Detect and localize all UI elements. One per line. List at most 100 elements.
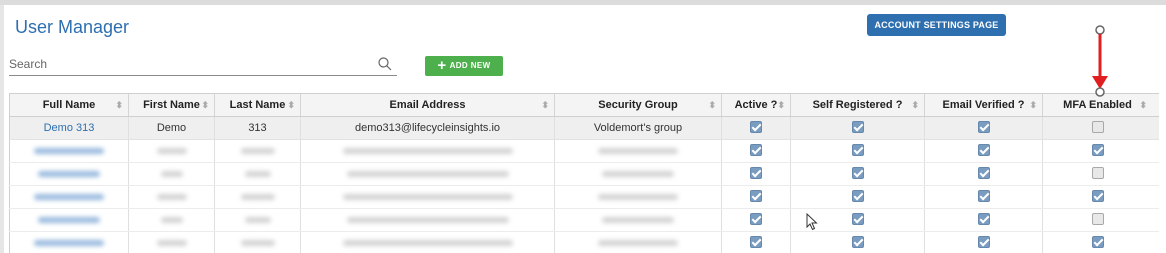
sort-icon: ⬍: [1029, 100, 1037, 110]
self-registered-cell: [790, 117, 924, 139]
redacted-text: [34, 240, 104, 246]
redacted-text: [598, 240, 678, 246]
redacted-cell: [300, 232, 554, 253]
email-verified-checkbox[interactable]: [977, 121, 990, 134]
redacted-text: [602, 217, 674, 223]
mfa-enabled-checkbox[interactable]: [1091, 213, 1104, 226]
active-checkbox[interactable]: [750, 144, 762, 157]
redacted-cell: [128, 163, 214, 185]
active-cell: [721, 117, 790, 139]
redacted-text: [346, 171, 509, 177]
self-registered-cell: [790, 186, 924, 208]
column-header-mfa-enabled[interactable]: MFA Enabled ⬍: [1042, 94, 1152, 116]
column-header-last-name[interactable]: Last Name ⬍: [214, 94, 300, 116]
self-registered-checkbox[interactable]: [851, 144, 864, 157]
redacted-cell: [214, 163, 300, 185]
redacted-cell: [128, 186, 214, 208]
active-cell: [721, 232, 790, 253]
mfa-enabled-checkbox[interactable]: [1091, 121, 1104, 134]
redacted-cell: [214, 186, 300, 208]
redacted-text: [38, 171, 100, 177]
sort-icon: ⬍: [287, 100, 295, 110]
email-verified-checkbox[interactable]: [977, 144, 990, 157]
active-checkbox[interactable]: [750, 167, 762, 180]
mfa-enabled-checkbox[interactable]: [1091, 167, 1104, 180]
sort-icon: ⬍: [1139, 100, 1147, 110]
redacted-cell: [128, 232, 214, 253]
active-checkbox[interactable]: [750, 121, 762, 134]
redacted-text: [598, 148, 678, 154]
sort-icon: ⬍: [115, 100, 123, 110]
mfa-enabled-cell: [1042, 140, 1152, 162]
column-header-email[interactable]: Email Address ⬍: [300, 94, 554, 116]
sort-icon: ⬍: [201, 100, 209, 110]
blurred-rows: [9, 140, 1159, 253]
mfa-enabled-checkbox[interactable]: [1091, 144, 1104, 157]
active-checkbox[interactable]: [750, 236, 762, 249]
redacted-text: [240, 194, 275, 200]
redacted-cell: [214, 209, 300, 231]
mfa-enabled-checkbox[interactable]: [1091, 236, 1104, 249]
active-checkbox[interactable]: [750, 213, 762, 226]
table-row[interactable]: [9, 163, 1159, 186]
self-registered-checkbox[interactable]: [851, 213, 864, 226]
search-input[interactable]: [9, 54, 369, 74]
last-name-cell: 313: [214, 117, 300, 139]
redacted-text: [160, 171, 183, 177]
redacted-cell: [214, 140, 300, 162]
redacted-cell: [300, 186, 554, 208]
self-registered-cell: [790, 232, 924, 253]
sort-icon: ⬍: [777, 100, 785, 110]
column-header-self-registered[interactable]: Self Registered ? ⬍: [790, 94, 924, 116]
redacted-cell: [9, 232, 128, 253]
sort-icon: ⬍: [708, 100, 716, 110]
self-registered-checkbox[interactable]: [851, 190, 864, 203]
column-header-full-name[interactable]: Full Name ⬍: [9, 94, 128, 116]
mfa-enabled-checkbox[interactable]: [1091, 190, 1104, 203]
self-registered-checkbox[interactable]: [851, 236, 864, 249]
account-settings-button[interactable]: ACCOUNT SETTINGS PAGE: [867, 14, 1006, 36]
column-header-first-name[interactable]: First Name ⬍: [128, 94, 214, 116]
column-header-active[interactable]: Active ? ⬍: [721, 94, 790, 116]
email-verified-checkbox[interactable]: [977, 167, 990, 180]
redacted-cell: [9, 163, 128, 185]
page-title: User Manager: [15, 17, 130, 37]
redacted-cell: [9, 186, 128, 208]
email-verified-cell: [924, 209, 1042, 231]
add-new-button[interactable]: + ADD NEW: [425, 56, 503, 76]
plus-icon: +: [437, 57, 447, 74]
email-verified-checkbox[interactable]: [977, 190, 990, 203]
table-row[interactable]: [9, 232, 1159, 253]
redacted-text: [240, 148, 275, 154]
redacted-text: [160, 217, 183, 223]
redacted-text: [38, 217, 100, 223]
redacted-text: [244, 217, 271, 223]
full-name-link[interactable]: Demo 313: [9, 117, 128, 139]
table-row[interactable]: [9, 209, 1159, 232]
security-group-cell: Voldemort's group: [554, 117, 721, 139]
email-verified-cell: [924, 232, 1042, 253]
redacted-text: [342, 240, 513, 246]
mfa-enabled-cell: [1042, 209, 1152, 231]
redacted-cell: [214, 232, 300, 253]
active-checkbox[interactable]: [750, 190, 762, 203]
column-header-email-verified[interactable]: Email Verified ? ⬍: [924, 94, 1042, 116]
add-new-label: ADD NEW: [449, 61, 491, 70]
self-registered-checkbox[interactable]: [851, 167, 864, 180]
redacted-text: [156, 148, 187, 154]
table-row[interactable]: [9, 140, 1159, 163]
annotation-start-handle: [1095, 25, 1105, 35]
search-icon[interactable]: [377, 56, 393, 72]
table-header: Full Name ⬍ First Name ⬍ Last Name ⬍ Email …: [9, 93, 1159, 117]
email-verified-checkbox[interactable]: [977, 236, 990, 249]
redacted-cell: [554, 209, 721, 231]
table-row[interactable]: [9, 186, 1159, 209]
redacted-cell: [9, 209, 128, 231]
email-verified-checkbox[interactable]: [977, 213, 990, 226]
table-row[interactable]: Demo 313 Demo 313 demo313@lifecycleinsig…: [9, 117, 1159, 140]
redacted-text: [342, 148, 513, 154]
self-registered-checkbox[interactable]: [851, 121, 864, 134]
column-header-security-group[interactable]: Security Group ⬍: [554, 94, 721, 116]
redacted-text: [34, 148, 104, 154]
redacted-cell: [554, 163, 721, 185]
